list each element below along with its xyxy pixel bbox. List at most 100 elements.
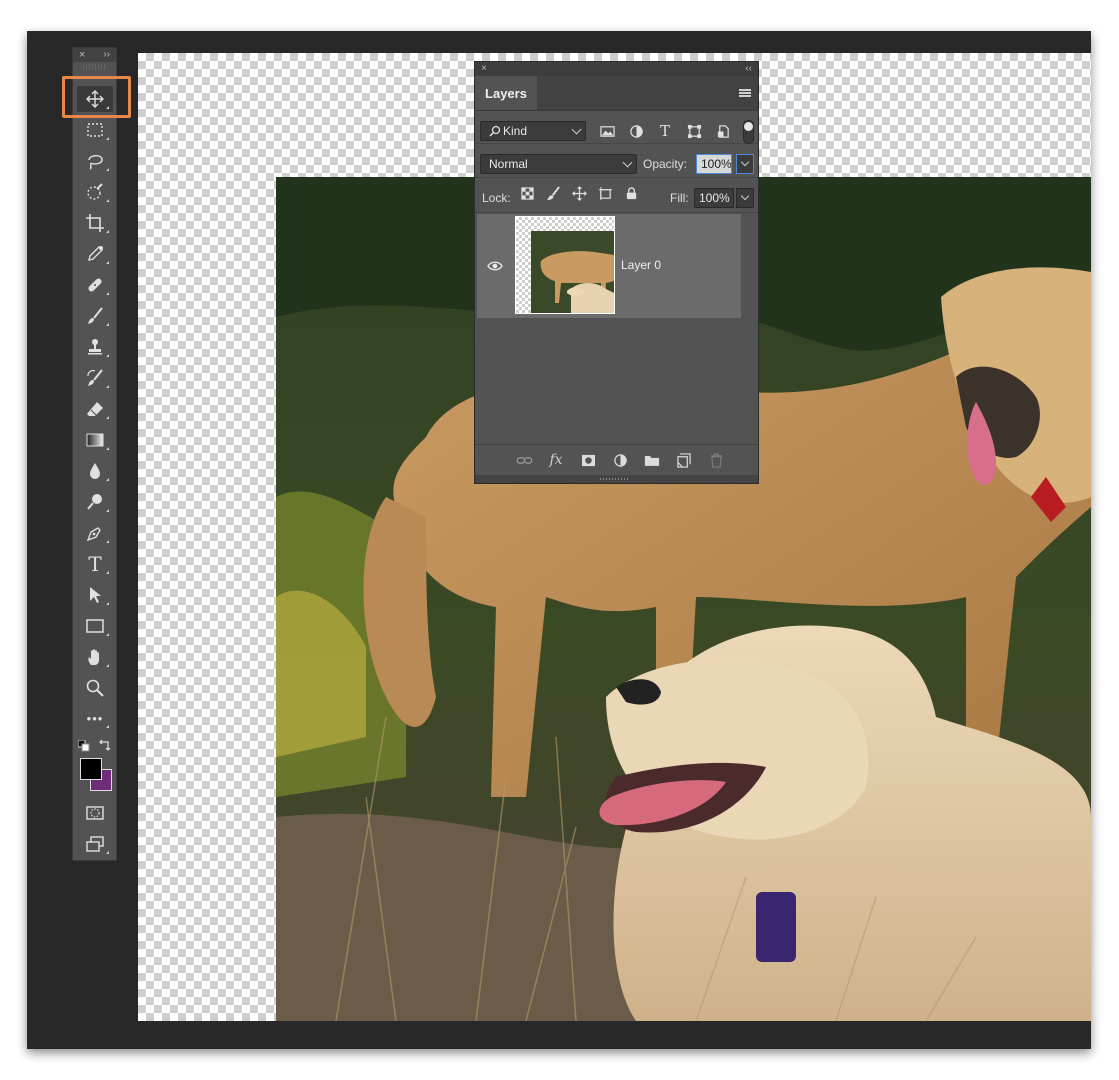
smart-object-filter-icon[interactable] xyxy=(713,121,733,141)
new-layer-icon[interactable] xyxy=(675,451,693,469)
drop-icon xyxy=(90,463,100,479)
eraser-icon xyxy=(87,402,103,417)
panel-menu-icon[interactable] xyxy=(739,89,751,97)
blend-mode-value: Normal xyxy=(489,157,528,171)
healing-brush-tool[interactable] xyxy=(77,272,113,298)
lasso-tool[interactable] xyxy=(77,148,113,174)
layers-tab-bar: Layers xyxy=(475,76,758,111)
hand-tool[interactable] xyxy=(77,644,113,670)
lasso-icon xyxy=(88,155,103,170)
panel-resize-handle[interactable] xyxy=(475,475,758,483)
layers-panel-header: × ‹‹ xyxy=(475,62,758,76)
collapse-panel-icon[interactable]: ‹‹ xyxy=(745,62,752,76)
footer-icons: fx xyxy=(515,451,725,469)
foreground-color-swatch[interactable] xyxy=(80,758,102,780)
shape-filter-icon[interactable] xyxy=(684,121,704,141)
fill-slider-button[interactable] xyxy=(736,188,754,208)
lock-position-icon[interactable] xyxy=(570,184,588,202)
filter-kind-label: Kind xyxy=(503,124,528,138)
tab-layers[interactable]: Layers xyxy=(475,76,537,110)
type-icon: T xyxy=(88,552,102,576)
blend-mode-dropdown[interactable]: Normal xyxy=(480,154,637,174)
lock-transparency-icon[interactable] xyxy=(518,184,536,202)
swap-colors-icon[interactable] xyxy=(98,738,112,752)
rectangle-icon xyxy=(86,619,104,633)
gradient-icon xyxy=(86,433,104,447)
layer-name[interactable]: Layer 0 xyxy=(621,258,661,272)
quick-select-icon xyxy=(87,183,103,200)
layer-row[interactable]: Layer 0 xyxy=(477,214,741,318)
link-layers-icon[interactable] xyxy=(515,451,533,469)
filter-icons: T xyxy=(597,121,733,141)
clone-stamp-tool[interactable] xyxy=(77,334,113,360)
layers-panel: × ‹‹ Layers Kind T Normal Opacity: 100% … xyxy=(474,61,759,484)
hand-icon xyxy=(88,649,99,665)
layer-thumbnail[interactable] xyxy=(515,216,615,314)
zoom-icon xyxy=(86,679,104,697)
dodge-tool[interactable] xyxy=(77,489,113,515)
eraser-tool[interactable] xyxy=(77,396,113,422)
type-filter-icon[interactable]: T xyxy=(655,121,675,141)
screen-mode-button[interactable] xyxy=(77,831,113,857)
fill-input[interactable]: 100% xyxy=(694,188,734,208)
lock-row: Lock: Fill: 100% xyxy=(475,178,758,213)
filter-row: Kind T xyxy=(475,111,758,144)
type-tool[interactable]: T xyxy=(77,551,113,577)
layer-thumbnail-image xyxy=(531,231,614,313)
adjustment-filter-icon[interactable] xyxy=(626,121,646,141)
more-tools[interactable]: ••• xyxy=(77,705,113,731)
eyedropper-icon xyxy=(88,246,103,261)
history-brush-tool[interactable] xyxy=(77,365,113,391)
history-brush-icon xyxy=(87,369,103,386)
close-panel-icon[interactable]: × xyxy=(481,62,487,76)
add-mask-icon[interactable] xyxy=(579,451,597,469)
rect-marquee-icon xyxy=(87,123,103,137)
crop-tool[interactable] xyxy=(77,210,113,236)
blend-row: Normal Opacity: 100% xyxy=(475,145,758,178)
pen-icon xyxy=(86,527,101,542)
ellipsis-icon: ••• xyxy=(86,710,104,726)
arrow-icon xyxy=(90,587,101,603)
delete-layer-icon[interactable] xyxy=(707,451,725,469)
tools-panel-header: × ›› xyxy=(73,48,116,62)
crop-icon xyxy=(86,214,104,232)
adjustment-layer-icon[interactable] xyxy=(611,451,629,469)
stamp-icon xyxy=(88,339,102,355)
expand-panel-icon[interactable]: ›› xyxy=(103,48,110,62)
lock-artboard-icon[interactable] xyxy=(596,184,614,202)
default-colors-icon[interactable] xyxy=(78,740,90,752)
tools-panel: × ›› T ••• xyxy=(72,47,117,861)
screen-mode-icon xyxy=(86,836,104,852)
panel-grip[interactable] xyxy=(83,64,106,70)
path-select-tool[interactable] xyxy=(77,582,113,608)
pixel-filter-icon[interactable] xyxy=(597,121,617,141)
lock-icons xyxy=(518,184,640,202)
close-panel-icon[interactable]: × xyxy=(79,48,85,62)
move-tool-highlight xyxy=(62,76,131,118)
brush-icon xyxy=(88,307,103,324)
filter-kind-dropdown[interactable]: Kind xyxy=(480,121,586,141)
quick-mask-button[interactable] xyxy=(77,800,113,826)
rectangle-tool[interactable] xyxy=(77,613,113,639)
lock-pixels-icon[interactable] xyxy=(544,184,562,202)
layers-panel-footer: fx xyxy=(475,444,758,475)
blur-tool[interactable] xyxy=(77,458,113,484)
fill-label: Fill: xyxy=(670,191,689,205)
brush-tool[interactable] xyxy=(77,303,113,329)
quick-select-tool[interactable] xyxy=(77,179,113,205)
zoom-tool[interactable] xyxy=(77,675,113,701)
new-group-icon[interactable] xyxy=(643,451,661,469)
eyedropper-tool[interactable] xyxy=(77,241,113,267)
lock-all-icon[interactable] xyxy=(622,184,640,202)
marquee-tool[interactable] xyxy=(77,117,113,143)
opacity-label: Opacity: xyxy=(643,157,688,171)
layer-style-fx-icon[interactable]: fx xyxy=(547,451,565,469)
pen-tool[interactable] xyxy=(77,520,113,546)
filter-toggle[interactable] xyxy=(743,120,754,144)
lock-label: Lock: xyxy=(482,191,511,205)
opacity-slider-button[interactable] xyxy=(736,154,754,174)
quick-mask-icon xyxy=(86,806,104,820)
visibility-eye-icon[interactable] xyxy=(487,260,503,272)
gradient-tool[interactable] xyxy=(77,427,113,453)
opacity-input[interactable]: 100% xyxy=(696,154,732,174)
